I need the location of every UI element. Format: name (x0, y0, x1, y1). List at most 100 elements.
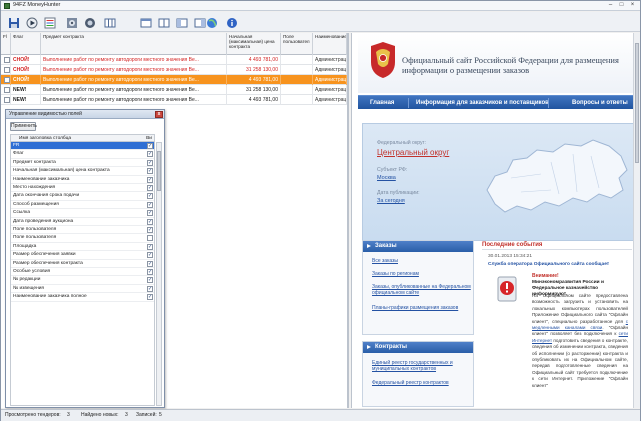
visibility-checkbox[interactable]: ✓ (147, 201, 153, 208)
list-item[interactable]: FR ✓ (11, 142, 154, 151)
row-checkbox-cell[interactable] (1, 65, 11, 75)
subject-label: Субъект РФ: (377, 167, 408, 173)
visibility-checkbox[interactable]: ✓ (147, 252, 153, 259)
nav-home[interactable]: Главная (370, 96, 394, 110)
row-checkbox[interactable] (4, 57, 10, 63)
scrollbar-thumb[interactable] (157, 151, 161, 191)
visibility-checkbox[interactable] (147, 235, 153, 242)
visibility-checkbox[interactable]: ✓ (147, 151, 153, 158)
list-item[interactable]: Поле пользователя (11, 234, 154, 243)
visibility-checkbox[interactable]: ✓ (147, 143, 153, 149)
list-item[interactable]: Флаг ✓ (11, 150, 154, 159)
browser-scrollbar[interactable] (633, 33, 640, 408)
play-button[interactable] (23, 14, 39, 30)
view-table-button[interactable] (137, 14, 153, 30)
list-item[interactable]: Начальная (максимальная) цена контракта ✓ (11, 167, 154, 176)
list-button[interactable] (41, 14, 57, 30)
info-button[interactable] (223, 14, 239, 30)
table-row[interactable]: NEW! Выполнение работ по ремонту автодоро… (1, 95, 347, 105)
row-checkbox-cell[interactable] (1, 85, 11, 95)
list-item[interactable]: № редакции ✓ (11, 276, 154, 285)
list-item[interactable]: Ссылка ✓ (11, 209, 154, 218)
row-checkbox[interactable] (4, 97, 10, 103)
maximize-icon[interactable]: □ (618, 2, 625, 9)
visibility-checkbox[interactable]: ✓ (147, 277, 153, 284)
nav-info[interactable]: Информация для заказчиков и поставщиков (416, 96, 549, 110)
list-item[interactable]: Площадка ✓ (11, 243, 154, 252)
orders-link-regions[interactable]: Заказы по регионам (372, 271, 472, 277)
list-item[interactable]: Дата проведения аукциона ✓ (11, 218, 154, 226)
table-row[interactable]: СНОЙ! Выполнение работ по ремонту автодор… (1, 75, 347, 85)
list-item[interactable]: Предмет контракта ✓ (11, 159, 154, 168)
date-label: Дата публикации: (377, 190, 420, 196)
visibility-checkbox[interactable]: ✓ (147, 210, 153, 217)
table-row[interactable]: NEW! Выполнение работ по ремонту автодоро… (1, 85, 347, 95)
date-link[interactable]: За сегодня (377, 198, 405, 204)
view-table-icon (140, 18, 152, 28)
visibility-checkbox[interactable]: ✓ (147, 269, 153, 275)
orders-link-federal[interactable]: Заказы, опубликованные на Федеральном оф… (372, 284, 472, 296)
table-row[interactable]: СНОЙ! Выполнение работ по ремонту автодор… (1, 65, 347, 75)
contracts-link-registry[interactable]: Единый реестр государственных и муниципа… (372, 360, 472, 372)
settings-button[interactable] (63, 14, 79, 30)
apply-button[interactable]: Применить (10, 122, 37, 131)
list-item[interactable]: Дата окончания срока подачи ✓ (11, 192, 154, 201)
filter-button[interactable] (81, 14, 97, 30)
dialog-scrollbar[interactable] (156, 142, 162, 406)
row-checkbox[interactable] (4, 67, 10, 73)
visibility-checkbox[interactable]: ✓ (147, 218, 153, 225)
orders-link-plans[interactable]: Планы-графики размещения заказов (372, 305, 472, 311)
visibility-checkbox[interactable]: ✓ (147, 227, 153, 233)
col-header-user-field[interactable]: Поле пользовател (281, 33, 313, 55)
globe-button[interactable] (203, 14, 219, 30)
district-link[interactable]: Центральный округ (377, 148, 449, 157)
columns-button[interactable] (101, 14, 117, 30)
col-header-flag[interactable]: Fl (1, 33, 11, 55)
visibility-checkbox[interactable]: ✓ (147, 176, 153, 183)
save-button[interactable] (5, 14, 21, 30)
list-item[interactable]: Место нахождения ✓ (11, 184, 154, 193)
row-checkbox[interactable] (4, 87, 10, 93)
visibility-checkbox[interactable]: ✓ (147, 243, 153, 250)
col-header-status[interactable]: Флаг (11, 33, 41, 55)
row-checkbox-cell[interactable] (1, 95, 11, 105)
list-item[interactable]: Поле пользователя ✓ (11, 226, 154, 235)
list-item[interactable]: Особые условия ✓ (11, 268, 154, 277)
app-icon (4, 3, 10, 9)
visibility-checkbox[interactable]: ✓ (147, 285, 153, 292)
row-checkbox-cell[interactable] (1, 55, 11, 65)
visibility-checkbox[interactable]: ✓ (147, 159, 153, 166)
visibility-checkbox[interactable]: ✓ (147, 168, 153, 175)
contracts-link-federal[interactable]: Федеральный реестр контрактов (372, 380, 472, 386)
event-service-link[interactable]: Служба оператора Официального сайта сооб… (488, 262, 609, 267)
close-icon[interactable]: x (155, 111, 163, 118)
visibility-checkbox[interactable]: ✓ (147, 193, 153, 200)
save-icon (9, 18, 19, 28)
row-customer: Администрац (315, 95, 347, 105)
orders-link-all[interactable]: Все заказы (372, 258, 472, 264)
visibility-checkbox[interactable]: ✓ (147, 260, 153, 267)
col-header-subject[interactable]: Предмет контракта (41, 33, 227, 55)
scrollbar-thumb[interactable] (635, 43, 639, 163)
col-header-price[interactable]: Начальная (максимальная) цена контракта (227, 33, 281, 55)
view-split-button[interactable] (155, 14, 171, 30)
view-left-button[interactable] (173, 14, 189, 30)
status-found-label: Найдено новых: (81, 412, 119, 418)
col-header-customer[interactable]: Наименование (313, 33, 347, 55)
table-row[interactable]: СНОЙ! Выполнение работ по ремонту автодор… (1, 55, 347, 65)
minimize-icon[interactable]: – (607, 2, 614, 9)
close-icon[interactable]: × (629, 2, 636, 9)
nav-faq[interactable]: Вопросы и ответы (572, 96, 628, 110)
subject-link[interactable]: Москва (377, 175, 396, 181)
list-item[interactable]: № извещения ✓ (11, 285, 154, 294)
row-checkbox[interactable] (4, 77, 10, 83)
visibility-checkbox[interactable]: ✓ (147, 294, 153, 301)
list-item[interactable]: Наименование заказчика полное ✓ (11, 293, 154, 302)
row-checkbox-cell[interactable] (1, 75, 11, 85)
visibility-checkbox[interactable]: ✓ (147, 185, 153, 191)
list-item[interactable]: Наименование заказчика ✓ (11, 176, 154, 184)
list-item[interactable]: Размер обеспечения контракта ✓ (11, 260, 154, 268)
list-item[interactable]: Размер обеспечения заявки ✓ (11, 251, 154, 260)
list-item[interactable]: Способ размещения ✓ (11, 201, 154, 210)
event-date: 30.01.2013 15:34:21 (488, 254, 533, 259)
